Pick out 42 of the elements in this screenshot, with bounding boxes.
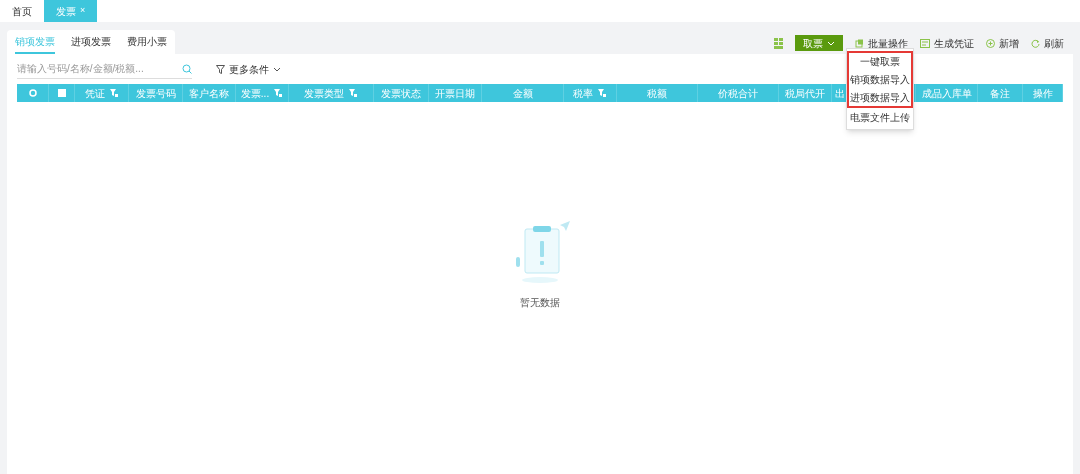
column-header: 金额 [512, 86, 533, 101]
settings-icon[interactable] [28, 89, 37, 97]
search-icon[interactable] [182, 63, 192, 74]
column-header: 开票日期 [435, 86, 475, 101]
filter-icon[interactable] [108, 88, 119, 98]
toolbar-action[interactable]: 生成凭证 [920, 35, 974, 51]
column-header: 税率 [573, 86, 593, 101]
column-header: 税局代开 [785, 86, 825, 101]
column-header: 成品入库单 [921, 86, 972, 101]
filter-icon [216, 64, 225, 74]
column-header: 备注 [990, 86, 1010, 101]
column-header: 价税合计 [718, 86, 758, 101]
column-header: 客户名称 [189, 86, 229, 101]
page-tab[interactable]: 首页 [0, 0, 44, 22]
column-header: 发票状态 [381, 86, 421, 101]
column-header: 发票类型 [304, 86, 344, 101]
caret-icon [273, 66, 281, 72]
column-header: 税额 [647, 86, 667, 101]
refresh-icon [1031, 38, 1040, 48]
checkbox[interactable] [57, 89, 66, 97]
invoice-tab[interactable]: 进项发票 [71, 30, 111, 54]
toolbar-action[interactable]: 刷新 [1031, 35, 1064, 51]
filter-icon[interactable] [348, 88, 358, 98]
column-header: 操作 [1032, 86, 1053, 101]
toolbar-action[interactable]: 新增 [986, 35, 1019, 51]
toolbar-action[interactable]: 批量操作 [855, 35, 908, 51]
search-field[interactable]: 请输入号码/名称/金额/税额... [17, 59, 192, 79]
column-header: 凭证 [84, 86, 105, 101]
column-header: 发票号码 [135, 86, 176, 101]
more-filters-button[interactable]: 更多条件 [216, 61, 281, 77]
invoice-tab[interactable]: 费用小票 [127, 30, 167, 54]
filter-icon[interactable] [273, 88, 284, 98]
dropdown-item[interactable]: 电票文件上传 [847, 108, 913, 127]
grid-icon[interactable] [774, 37, 783, 49]
stack-icon [855, 38, 864, 48]
document-icon [920, 38, 930, 48]
column-header: 发票... [240, 86, 270, 101]
filter-icon[interactable] [597, 88, 607, 98]
column-header: 出 [835, 86, 845, 101]
plus-circle-icon [986, 38, 995, 48]
empty-state-text: 暂无数据 [520, 295, 560, 310]
caret-icon [827, 40, 835, 46]
